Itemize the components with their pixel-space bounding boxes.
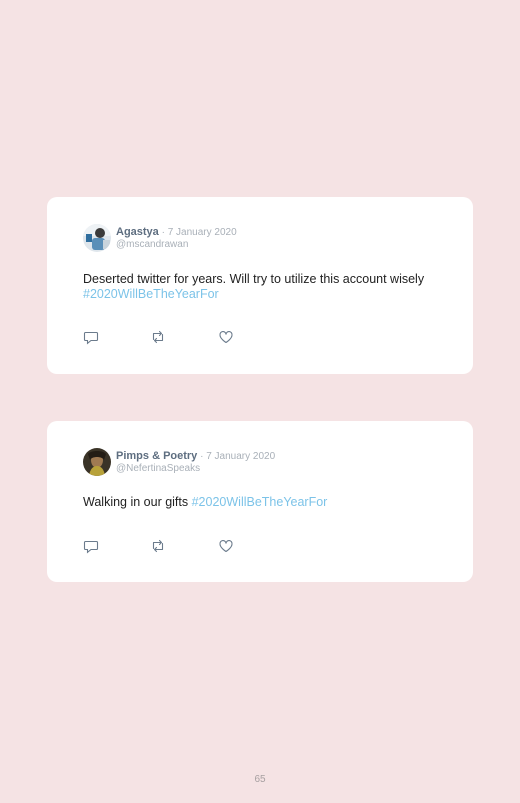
author-name[interactable]: Agastya bbox=[116, 226, 159, 238]
reply-icon bbox=[83, 331, 99, 345]
reply-button[interactable] bbox=[83, 329, 99, 345]
like-icon bbox=[219, 331, 233, 344]
retweet-icon bbox=[152, 539, 164, 553]
avatar[interactable] bbox=[83, 448, 111, 476]
author-name[interactable]: Pimps & Poetry bbox=[116, 450, 197, 462]
retweet-button[interactable] bbox=[150, 538, 166, 554]
avatar-photo-icon bbox=[83, 448, 111, 476]
tweet-body: Walking in our gifts bbox=[83, 495, 192, 509]
tweet-card: Agastya · 7 January 2020 @mscandrawan De… bbox=[47, 197, 473, 374]
retweet-icon bbox=[152, 330, 164, 344]
tweet-date[interactable]: 7 January 2020 bbox=[168, 227, 237, 238]
avatar[interactable] bbox=[83, 224, 111, 252]
reply-icon bbox=[83, 540, 99, 554]
tweet-text: Deserted twitter for years. Will try to … bbox=[83, 272, 428, 302]
like-button[interactable] bbox=[218, 329, 234, 345]
tweet-text: Walking in our gifts #2020WillBeTheYearF… bbox=[83, 495, 428, 510]
page-number: 65 bbox=[254, 774, 266, 785]
reply-button[interactable] bbox=[83, 538, 99, 554]
retweet-button[interactable] bbox=[150, 329, 166, 345]
tweet-date[interactable]: 7 January 2020 bbox=[206, 451, 275, 462]
author-handle[interactable]: @mscandrawan bbox=[116, 239, 188, 251]
like-icon bbox=[219, 540, 233, 553]
avatar-photo-icon bbox=[83, 224, 111, 252]
hashtag-link[interactable]: #2020WillBeTheYearFor bbox=[192, 495, 328, 509]
author-line: Agastya · 7 January 2020 bbox=[116, 226, 237, 239]
tweet-card: Pimps & Poetry · 7 January 2020 @Neferti… bbox=[47, 421, 473, 582]
author-line: Pimps & Poetry · 7 January 2020 bbox=[116, 450, 275, 463]
separator: · bbox=[158, 227, 168, 238]
tweet-body: Deserted twitter for years. Will try to … bbox=[83, 272, 425, 286]
hashtag-link[interactable]: #2020WillBeTheYearFor bbox=[83, 287, 219, 301]
separator: · bbox=[197, 451, 207, 462]
like-button[interactable] bbox=[218, 538, 234, 554]
author-handle[interactable]: @NefertinaSpeaks bbox=[116, 463, 200, 475]
